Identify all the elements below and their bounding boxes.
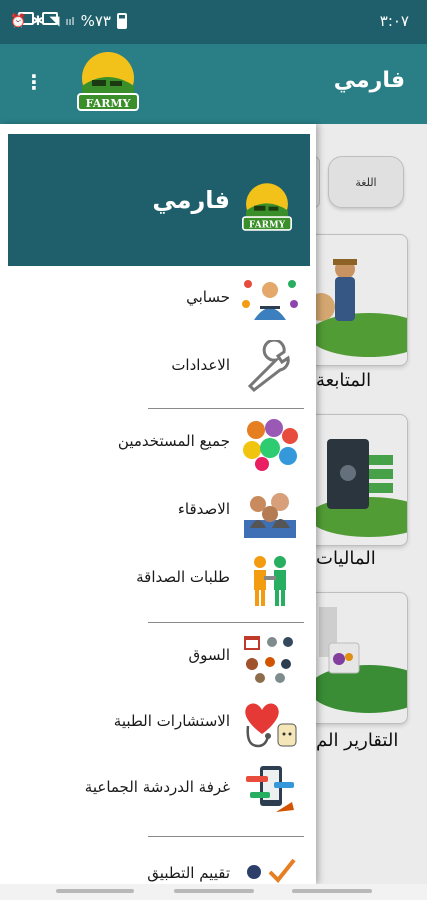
navigation-drawer: FARMY فارمي حسابي الاعدادات جميع المستخد… — [0, 124, 316, 884]
menu-divider — [148, 408, 304, 409]
menu-item-rate-app[interactable]: تقييم التطبيق — [0, 846, 316, 884]
menu-item-group-chat[interactable]: غرفة الدردشة الجماعية — [0, 760, 316, 818]
wrench-icon — [247, 340, 290, 392]
drawer-header: FARMY فارمي — [8, 134, 310, 266]
friend-requests-icon — [254, 556, 286, 606]
group-chat-icon — [246, 766, 294, 812]
nav-home-handle[interactable] — [174, 889, 254, 893]
status-time: ٣:٠٧ — [379, 12, 409, 30]
account-icon — [242, 280, 298, 320]
menu-label: غرفة الدردشة الجماعية — [84, 778, 230, 796]
medical-icon — [245, 703, 297, 748]
menu-item-all-users[interactable]: جميع المستخدمين — [0, 414, 316, 472]
more-vert-icon[interactable]: ⋮ — [24, 70, 44, 94]
battery-icon — [117, 13, 127, 29]
all-users-icon — [243, 419, 298, 471]
rate-icon — [247, 858, 296, 883]
menu-label: الاعدادات — [171, 356, 230, 374]
menu-item-my-account[interactable]: حسابي — [0, 270, 316, 328]
status-right-icons: ⏰ ✱ ◥ ııl %٧٣ — [10, 12, 127, 30]
nav-recents-handle[interactable] — [56, 889, 134, 893]
status-bar: ٣:٠٧ ⏰ ✱ ◥ ııl %٧٣ — [0, 0, 427, 44]
menu-label: الاصدقاء — [177, 500, 230, 518]
menu-label: طلبات الصداقة — [136, 568, 230, 586]
menu-label: حسابي — [186, 288, 230, 306]
app-title: فارمي — [333, 68, 405, 93]
friends-icon — [244, 493, 296, 538]
menu-label: تقييم التطبيق — [147, 864, 230, 882]
menu-label: السوق — [188, 646, 230, 664]
menu-label: جميع المستخدمين — [117, 432, 230, 450]
menu-divider — [148, 622, 304, 623]
app-bar: ⋮ FARMY فارمي — [0, 44, 427, 124]
svg-text:FARMY: FARMY — [86, 97, 131, 110]
menu-item-market[interactable]: السوق — [0, 628, 316, 686]
menu-divider — [148, 836, 304, 837]
nav-back-handle[interactable] — [292, 889, 372, 893]
farmy-logo: FARMY — [77, 52, 139, 111]
svg-text:FARMY: FARMY — [249, 221, 286, 231]
market-icon — [244, 636, 293, 683]
menu-item-friend-requests[interactable]: طلبات الصداقة — [0, 550, 316, 608]
system-nav-bar — [0, 884, 427, 900]
drawer-app-name: فارمي — [152, 186, 230, 214]
farmy-logo: FARMY — [242, 183, 292, 231]
menu-item-friends[interactable]: الاصدقاء — [0, 482, 316, 540]
menu-item-settings[interactable]: الاعدادات — [0, 338, 316, 396]
menu-label: الاستشارات الطبية — [113, 712, 230, 730]
battery-percent: %٧٣ — [80, 12, 111, 30]
menu-item-medical[interactable]: الاستشارات الطبية — [0, 694, 316, 752]
